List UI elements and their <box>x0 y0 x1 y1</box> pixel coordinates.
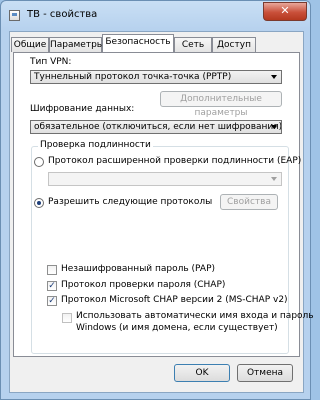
advanced-settings-button[interactable]: Дополнительные параметры <box>160 91 282 118</box>
encryption-select[interactable]: обязательное (отключиться, если нет шифр… <box>30 120 282 134</box>
vpn-type-select[interactable]: Туннельный протокол точка-точка (PPTP) <box>30 70 282 84</box>
allow-protocols-label: Разрешить следующие протоколы <box>48 197 213 207</box>
tab-security[interactable]: Безопасность <box>102 34 174 52</box>
tab-sharing[interactable]: Доступ <box>212 37 256 52</box>
pap-checkbox[interactable] <box>47 265 57 275</box>
encryption-label: Шифрование данных: <box>30 104 135 114</box>
vpn-type-label: Тип VPN: <box>30 57 72 67</box>
properties-button[interactable]: Свойства <box>220 194 278 210</box>
chap-label: Протокол проверки пароля (CHAP) <box>61 280 226 290</box>
mschapv2-checkbox[interactable]: ✓ <box>47 296 57 306</box>
tab-general[interactable]: Общие <box>11 37 49 52</box>
chevron-down-icon <box>271 177 277 181</box>
window-title: ТВ - свойства <box>27 9 98 20</box>
allow-protocols-radio[interactable] <box>34 198 44 208</box>
properties-window: ТВ - свойства ✕ Общие Параметры Безопасн… <box>0 0 314 400</box>
chevron-down-icon <box>271 75 277 79</box>
encryption-value: обязательное (отключиться, если нет шифр… <box>34 122 282 132</box>
window-icon <box>9 10 20 21</box>
eap-radio-label: Протокол расширенной проверки подлинност… <box>48 156 302 166</box>
mschapv2-label: Протокол Microsoft CHAP версии 2 (MS-CHA… <box>61 295 288 305</box>
cancel-button[interactable]: Отмена <box>237 364 293 382</box>
title-bar[interactable]: ТВ - свойства ✕ <box>1 1 310 31</box>
authentication-group-title: Проверка подлинности <box>38 140 153 150</box>
eap-method-select[interactable] <box>48 172 282 186</box>
tab-options[interactable]: Параметры <box>49 37 104 52</box>
eap-radio[interactable] <box>34 157 44 167</box>
chevron-down-icon <box>271 125 277 129</box>
pap-label: Незашифрованный пароль (PAP) <box>61 264 216 274</box>
ok-button[interactable]: OK <box>174 364 230 382</box>
auto-login-checkbox[interactable] <box>62 313 72 323</box>
close-button[interactable]: ✕ <box>263 2 307 21</box>
auto-login-label-line2: Windows (и имя домена, если существует) <box>76 323 278 333</box>
auto-login-label-line1: Использовать автоматически имя входа и п… <box>76 311 314 321</box>
vpn-type-value: Туннельный протокол точка-точка (PPTP) <box>34 72 232 82</box>
tab-network[interactable]: Сеть <box>174 37 212 52</box>
security-tab-page: Тип VPN: Туннельный протокол точка-точка… <box>13 52 314 357</box>
chap-checkbox[interactable]: ✓ <box>47 281 57 291</box>
